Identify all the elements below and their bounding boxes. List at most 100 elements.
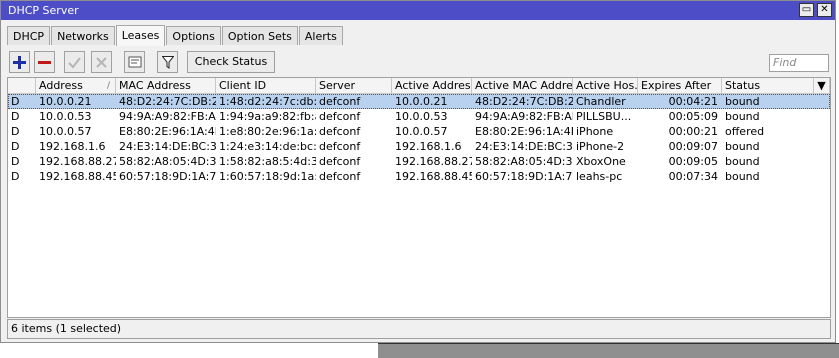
column-dropdown-icon[interactable]: ▼ [814,78,830,94]
cell-active-mac: 60:57:18:9D:1A:7F [475,170,573,183]
cell-active-mac: 94:9A:A9:82:FB:AF [475,110,573,123]
find-input[interactable]: Find [769,54,829,72]
cell-client-id: 1:24:e3:14:de:bc:... [219,140,316,153]
enable-icon [68,57,81,69]
cell-client-id: 1:94:9a:a9:82:fb:af [219,110,316,123]
restore-icon[interactable]: ▭ [799,3,814,17]
comment-icon [128,56,141,68]
cell-server: defconf [319,140,361,153]
cell-address: 10.0.0.21 [39,95,92,108]
cell-mac-address: 58:82:A8:05:4D:38 [119,155,216,168]
cell-active-address: 10.0.0.53 [395,110,448,123]
cell-flags: D [11,140,20,153]
cell-server: defconf [319,110,361,123]
column-header-active-address[interactable]: Active Address [392,78,472,94]
cell-expires-after: 00:09:07 [668,140,718,153]
cell-active-mac: 48:D2:24:7C:DB:28 [475,95,573,108]
cell-server: defconf [319,95,361,108]
status-bar: 6 items (1 selected) [7,319,831,339]
table-row[interactable]: D 10.0.0.53 94:9A:A9:82:FB:AF 1:94:9a:a9:82… [8,109,830,124]
remove-icon [38,61,51,64]
table-row[interactable]: D 10.0.0.21 48:D2:24:7C:DB:28 1:48:d2:24:7c… [8,94,830,109]
cell-expires-after: 00:09:05 [668,155,718,168]
table-row[interactable]: D 192.168.88.27 58:82:A8:05:4D:38 1:58:82:a… [8,154,830,169]
cell-active-address: 192.168.88.45 [395,170,472,183]
add-button[interactable] [9,51,30,73]
table-row[interactable]: D 192.168.1.6 24:E3:14:DE:BC:3D 1:24:e3:14:… [8,139,830,154]
column-header-address[interactable]: Address / [36,78,116,94]
cell-active-address: 10.0.0.21 [395,95,448,108]
table-row[interactable]: D 10.0.0.57 E8:80:2E:96:1A:4B 1:e8:80:2e:96… [8,124,830,139]
filter-button[interactable] [157,51,178,73]
cell-active-address: 10.0.0.57 [395,125,448,138]
tab-alerts[interactable]: Alerts [298,26,343,45]
cell-status: bound [725,140,760,153]
disable-icon [96,57,107,68]
cell-server: defconf [319,125,361,138]
tab-networks[interactable]: Networks [51,26,115,45]
cell-active-host: iPhone [576,125,614,138]
cell-active-mac: E8:80:2E:96:1A:4B [475,125,573,138]
cell-active-mac: 58:82:A8:05:4D:38 [475,155,573,168]
cell-address: 10.0.0.53 [39,110,92,123]
table-row[interactable]: D 192.168.88.45 60:57:18:9D:1A:7F 1:60:57:1… [8,169,830,184]
cell-status: offered [725,125,765,138]
cell-status: bound [725,95,760,108]
cell-expires-after: 00:04:21 [668,95,718,108]
cell-expires-after: 00:05:09 [668,110,718,123]
cell-active-host: iPhone-2 [576,140,625,153]
cell-flags: D [11,125,20,138]
close-icon[interactable]: ✕ [817,3,832,17]
cell-mac-address: 94:9A:A9:82:FB:AF [119,110,216,123]
column-header-expires-after[interactable]: Expires After [638,78,722,94]
cell-active-host: XboxOne [576,155,626,168]
column-header-mac-address[interactable]: MAC Address [116,78,216,94]
background-strip [378,343,839,358]
column-header-status[interactable]: Status [722,78,814,94]
tab-leases[interactable]: Leases [115,25,166,46]
cell-client-id: 1:58:82:a8:5:4d:38 [219,155,316,168]
cell-active-host: Chandler [576,95,626,108]
cell-address: 10.0.0.57 [39,125,92,138]
column-header-client-id[interactable]: Client ID [216,78,316,94]
cell-active-address: 192.168.1.6 [395,140,462,153]
window-title: DHCP Server [8,4,79,17]
cell-mac-address: 48:D2:24:7C:DB:28 [119,95,216,108]
cell-active-mac: 24:E3:14:DE:BC:3D [475,140,573,153]
column-header-active-mac[interactable]: Active MAC Addre... [472,78,573,94]
leases-table: Address / MAC Address Client ID Server A… [7,77,831,318]
tab-option-sets[interactable]: Option Sets [221,26,298,45]
tab-options[interactable]: Options [166,26,221,45]
cell-address: 192.168.88.45 [39,170,116,183]
tab-dhcp[interactable]: DHCP [7,26,51,45]
disable-button[interactable] [91,51,112,73]
cell-active-host: PILLSBU... [576,110,632,123]
cell-status: bound [725,170,760,183]
cell-mac-address: 24:E3:14:DE:BC:3D [119,140,216,153]
cell-server: defconf [319,170,361,183]
cell-flags: D [11,170,20,183]
enable-button[interactable] [64,51,85,73]
sort-indicator: / [106,81,110,91]
column-header-active-host[interactable]: Active Hos... [573,78,638,94]
cell-expires-after: 00:07:34 [668,170,718,183]
check-status-button[interactable]: Check Status [187,51,275,73]
cell-client-id: 1:e8:80:2e:96:1a:... [219,125,316,138]
cell-address: 192.168.1.6 [39,140,106,153]
title-bar[interactable]: DHCP Server ▭ ✕ [1,1,835,20]
column-header-flags[interactable] [8,78,36,94]
cell-client-id: 1:60:57:18:9d:1a:7f [219,170,316,183]
cell-server: defconf [319,155,361,168]
cell-status: bound [725,110,760,123]
cell-status: bound [725,155,760,168]
remove-button[interactable] [34,51,55,73]
tab-bar: DHCP Networks Leases Options Option Sets… [7,25,344,46]
dhcp-server-window: DHCP Server ▭ ✕ DHCP Networks Leases Opt… [0,0,836,343]
toolbar: Check Status Find [7,51,829,75]
column-header-server[interactable]: Server [316,78,392,94]
comment-button[interactable] [124,51,145,73]
cell-flags: D [11,95,20,108]
cell-expires-after: 00:00:21 [668,125,718,138]
filter-icon [160,56,175,69]
cell-active-host: leahs-pc [576,170,623,183]
